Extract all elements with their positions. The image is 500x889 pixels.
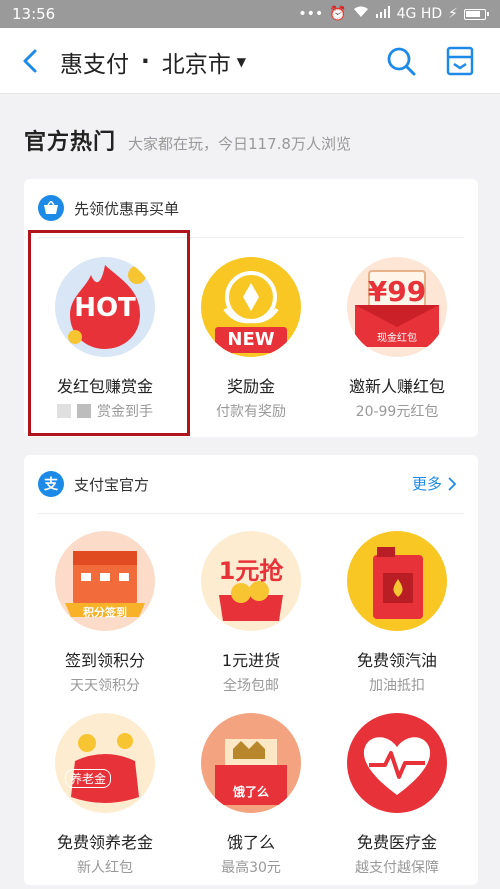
item-name: 饿了么 — [226, 833, 275, 852]
grid-item-reward-money[interactable]: NEW 奖励金 付款有奖励 — [176, 257, 326, 421]
item-desc: 全场包邮 — [223, 678, 279, 694]
section-title: 官方热门 — [24, 130, 117, 155]
basket-icon — [38, 195, 64, 221]
item-name: 免费领养老金 — [56, 833, 153, 852]
chevron-right-icon — [448, 476, 456, 491]
signal-icon — [375, 6, 391, 22]
item-desc: 越支付越保障 — [355, 860, 439, 876]
title-separator: · — [141, 49, 150, 75]
item-name: 免费医疗金 — [356, 833, 437, 852]
battery-icon — [464, 8, 489, 20]
selection-highlight — [28, 230, 190, 436]
item-desc: 天天领积分 — [70, 678, 140, 694]
divider — [38, 513, 464, 514]
one-yuan-icon: 1元抢 — [201, 531, 301, 631]
checkin-badge: 积分签到 — [83, 606, 127, 619]
alipay-logo-icon: 支 — [38, 471, 64, 497]
page-title: 惠支付 — [60, 52, 129, 78]
bill-icon[interactable] — [446, 46, 474, 76]
search-icon[interactable] — [386, 46, 416, 76]
section-subtitle: 大家都在玩，今日117.8万人浏览 — [128, 135, 351, 153]
red-envelope-icon: ¥99 现金红包 — [347, 257, 447, 357]
city-selector[interactable]: 北京市 — [162, 45, 231, 79]
amount-badge: ¥99 — [367, 275, 427, 308]
item-desc: 最高30元 — [221, 860, 281, 876]
item-name: 邀新人赚红包 — [348, 377, 445, 396]
section-header: 官方热门 大家都在玩，今日117.8万人浏览 — [24, 124, 351, 156]
reward-coin-icon: NEW — [201, 257, 301, 357]
item-desc: 加油抵扣 — [369, 678, 425, 694]
grid-item-eleme[interactable]: 饿了么 饿了么 最高30元 — [176, 713, 326, 877]
grid-item-invite-red-packet[interactable]: ¥99 现金红包 邀新人赚红包 20-99元红包 — [322, 257, 472, 421]
more-label: 更多 — [411, 475, 442, 493]
one-yuan-badge: 1元抢 — [218, 557, 284, 585]
network-label: 4G HD — [396, 6, 443, 22]
grid-item-medical-fund[interactable]: 免费医疗金 越支付越保障 — [322, 713, 472, 877]
alipay-card-header: 支 支付宝官方 — [38, 471, 149, 497]
status-time: 13:56 — [12, 5, 56, 23]
grid-item-pension[interactable]: 养老金 免费领养老金 新人红包 — [30, 713, 180, 877]
alipay-card-title: 支付宝官方 — [74, 475, 150, 494]
eleme-badge: 饿了么 — [232, 785, 269, 799]
wifi-icon — [353, 6, 369, 22]
alarm-icon: ⏰ — [329, 6, 347, 22]
dropdown-caret-icon[interactable]: ▼ — [237, 55, 246, 69]
more-link[interactable]: 更多 — [412, 473, 456, 494]
back-icon[interactable] — [18, 48, 44, 74]
grid-item-one-yuan-purchase[interactable]: 1元抢 1元进货 全场包邮 — [176, 531, 326, 695]
promo-card-title: 先领优惠再买单 — [74, 199, 180, 218]
item-name: 奖励金 — [226, 377, 275, 396]
nav-title[interactable]: 惠支付 · 北京市 ▼ — [60, 45, 246, 79]
pension-bag-icon: 养老金 — [55, 713, 155, 813]
nav-bar: 惠支付 · 北京市 ▼ — [0, 28, 500, 94]
pension-badge: 养老金 — [65, 769, 112, 788]
charging-icon: ⚡ — [448, 6, 458, 22]
status-bar: 13:56 ••• ⏰ 4G HD ⚡ — [0, 0, 500, 28]
item-name: 签到领积分 — [64, 651, 145, 670]
item-name: 1元进货 — [221, 651, 281, 670]
alipay-official-card: 支 支付宝官方 更多 积分签到 签到领积分 天天领积分 1元抢 1元进货 全场包… — [24, 455, 478, 885]
item-desc: 付款有奖励 — [216, 404, 286, 420]
heart-pulse-icon — [347, 713, 447, 813]
eleme-icon: 饿了么 — [201, 713, 301, 813]
new-badge: NEW — [215, 327, 287, 353]
item-desc: 20-99元红包 — [355, 404, 439, 420]
promo-card-header: 先领优惠再买单 — [38, 195, 179, 221]
item-desc: 新人红包 — [77, 860, 133, 876]
status-icons: ••• ⏰ 4G HD ⚡ — [298, 6, 489, 22]
item-name: 免费领汽油 — [356, 651, 437, 670]
fuel-can-icon — [347, 531, 447, 631]
grid-item-free-fuel[interactable]: 免费领汽油 加油抵扣 — [322, 531, 472, 695]
more-dots-icon: ••• — [298, 6, 324, 22]
cash-envelope-label: 现金红包 — [377, 333, 417, 344]
grid-item-check-in[interactable]: 积分签到 签到领积分 天天领积分 — [30, 531, 180, 695]
calendar-icon: 积分签到 — [55, 531, 155, 631]
